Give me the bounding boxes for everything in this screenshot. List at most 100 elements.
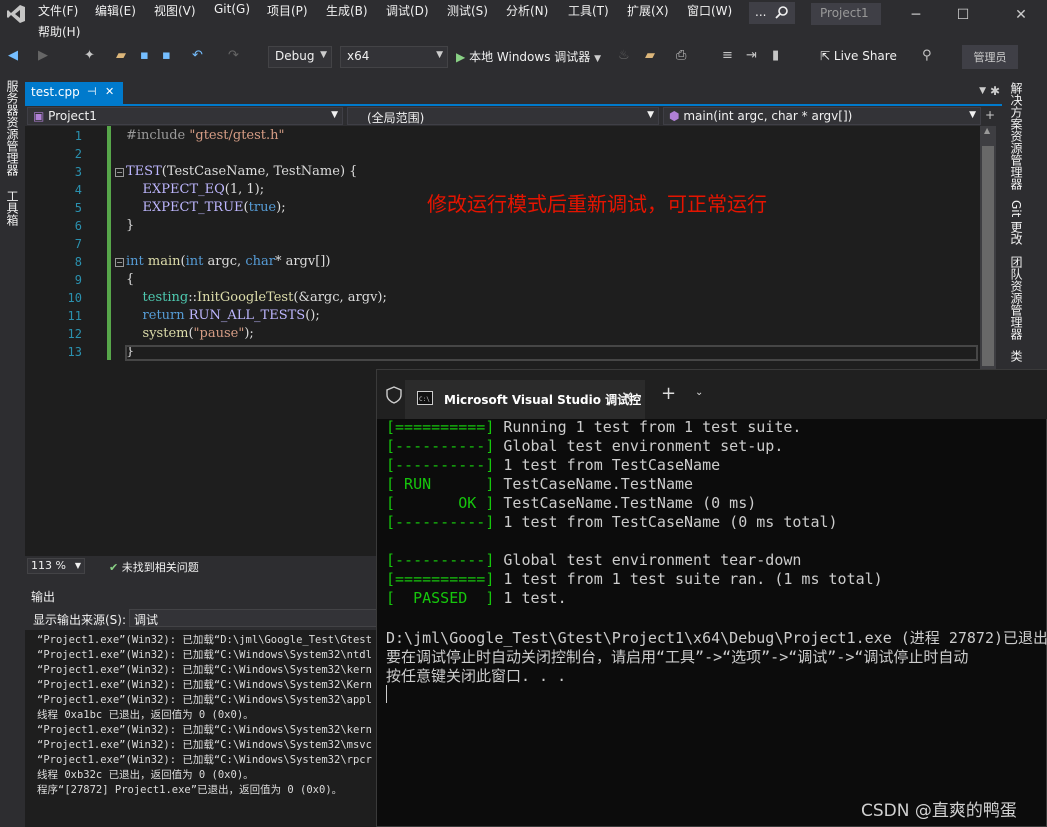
maximize-button[interactable]: ☐ bbox=[940, 0, 986, 30]
solution-explorer-tab[interactable]: 解决方案资源管理器 bbox=[1008, 82, 1025, 190]
console-line-text: 要在调试停止时自动关闭控制台，请启用“工具”->“选项”->“调试”->“调试停… bbox=[386, 648, 969, 666]
open-folder-icon[interactable]: ▰ bbox=[116, 48, 126, 63]
console-tab-bar: C:\ Microsoft Visual Studio 调试控 ✕ + ⌄ bbox=[377, 370, 1047, 419]
git-changes-tab[interactable]: Git 更改 bbox=[1008, 200, 1025, 245]
close-window-button[interactable]: ✕ bbox=[998, 0, 1044, 30]
console-line: 要在调试停止时自动关闭控制台，请启用“工具”->“选项”->“调试”->“调试停… bbox=[386, 646, 968, 667]
menu-item[interactable]: 调试(D) bbox=[386, 2, 429, 19]
bookmark-icon[interactable]: ▮ bbox=[772, 48, 779, 63]
fold-toggle-icon[interactable]: − bbox=[115, 258, 124, 267]
line-number: 9 bbox=[74, 273, 82, 287]
screenshot-icon[interactable]: ⎙ bbox=[676, 48, 686, 63]
new-tab-icon[interactable]: + bbox=[661, 383, 676, 404]
console-line-tag: [ PASSED ] bbox=[386, 589, 495, 607]
console-line-text: 1 test from TestCaseName bbox=[494, 456, 721, 474]
code-line[interactable]: EXPECT_EQ(1, 1); bbox=[126, 182, 265, 197]
menu-item[interactable]: 生成(B) bbox=[326, 2, 368, 19]
menu-item[interactable]: 帮助(H) bbox=[38, 23, 80, 40]
code-line[interactable]: } bbox=[126, 218, 134, 233]
visual-studio-window: 文件(F) 编辑(E) 视图(V) Git(G) 项目(P) 生成(B) 调试(D) 测试(S… bbox=[0, 0, 1047, 827]
tab-test-cpp[interactable]: test.cpp ⊣ ✕ bbox=[25, 82, 123, 104]
editor-status-bar: 113 % ▼ ✔ 未找到相关问题 bbox=[25, 556, 380, 576]
code-line[interactable]: #include "gtest/gtest.h" bbox=[126, 128, 285, 143]
class-view-tab[interactable]: 类 bbox=[1008, 350, 1025, 362]
back-icon[interactable]: ◀ bbox=[8, 48, 18, 63]
menu-item[interactable]: 分析(N) bbox=[506, 2, 548, 19]
console-line: [ OK ] TestCaseName.TestName (0 ms) bbox=[386, 494, 756, 512]
code-line[interactable]: system("pause"); bbox=[126, 326, 254, 341]
search-box[interactable]: ... bbox=[749, 2, 795, 24]
project-select[interactable]: ▣ Project1 ▼ bbox=[27, 107, 343, 125]
code-line[interactable]: TEST(TestCaseName, TestName) { bbox=[126, 164, 357, 179]
run-debugger-button[interactable]: ▶ 本地 Windows 调试器 ▼ bbox=[456, 48, 601, 65]
console-line-text: Global test environment tear-down bbox=[494, 551, 802, 569]
console-line-text: 1 test from 1 test suite ran. (1 ms tota… bbox=[494, 570, 883, 588]
navigation-bar: ▣ Project1 ▼ (全局范围) ▼ ⬢ main(int argc, c… bbox=[25, 106, 1002, 126]
menu-item[interactable]: 测试(S) bbox=[447, 2, 488, 19]
output-source-select[interactable]: 调试 bbox=[129, 609, 379, 627]
issues-indicator[interactable]: ✔ 未找到相关问题 bbox=[109, 559, 199, 575]
line-number: 6 bbox=[74, 219, 82, 233]
line-number: 11 bbox=[67, 309, 82, 323]
output-title: 输出 bbox=[31, 590, 56, 604]
zoom-select[interactable]: 113 % ▼ bbox=[27, 558, 85, 574]
scrollbar-up-icon[interactable]: ▲ bbox=[984, 126, 990, 135]
console-tab-title: Microsoft Visual Studio 调试控 bbox=[444, 393, 642, 407]
minimize-button[interactable]: ─ bbox=[893, 0, 939, 30]
close-tab-icon[interactable]: ✕ bbox=[105, 85, 114, 98]
tab-list-dropdown-icon[interactable]: ▼ bbox=[979, 86, 986, 96]
save-all-icon[interactable]: ▪ bbox=[162, 48, 171, 63]
member-select[interactable]: ⬢ main(int argc, char * argv[]) ▼ bbox=[663, 107, 981, 125]
close-icon[interactable]: ✕ bbox=[621, 388, 634, 406]
new-item-icon[interactable]: ✦ bbox=[84, 48, 95, 63]
live-share-label: Live Share bbox=[833, 49, 897, 63]
menu-item[interactable]: 项目(P) bbox=[267, 2, 308, 19]
config-select[interactable]: Debug ▼ bbox=[268, 46, 332, 68]
fire-icon[interactable]: ♨ bbox=[618, 48, 630, 63]
toolbox-tab[interactable]: 工具箱 bbox=[4, 190, 21, 226]
team-explorer-tab[interactable]: 团队资源管理器 bbox=[1008, 256, 1025, 340]
scrollbar-thumb[interactable] bbox=[982, 146, 994, 366]
menu-item[interactable]: 视图(V) bbox=[154, 2, 196, 19]
save-icon[interactable]: ▪ bbox=[140, 48, 149, 63]
menu-item[interactable]: 文件(F) bbox=[38, 2, 78, 19]
menu-item[interactable]: 窗口(W) bbox=[687, 2, 732, 19]
menu-item[interactable]: 编辑(E) bbox=[95, 2, 136, 19]
menu-item[interactable]: 扩展(X) bbox=[627, 2, 669, 19]
feedback-icon[interactable]: ⚲ bbox=[922, 48, 932, 63]
server-explorer-tab[interactable]: 服务器资源管理器 bbox=[4, 80, 21, 176]
live-share-button[interactable]: ⇱ Live Share bbox=[820, 49, 897, 63]
console-line-tag: [----------] bbox=[386, 456, 495, 474]
line-number: 4 bbox=[74, 183, 82, 197]
vs-logo-icon bbox=[6, 4, 26, 24]
menu-item[interactable]: Git(G) bbox=[214, 2, 250, 16]
code-line[interactable]: { bbox=[126, 272, 134, 287]
scope-value: (全局范围) bbox=[367, 111, 425, 125]
fold-toggle-icon[interactable]: − bbox=[115, 168, 124, 177]
split-icon[interactable]: + bbox=[985, 108, 995, 122]
redo-icon[interactable]: ↷ bbox=[228, 48, 239, 63]
scope-select[interactable]: (全局范围) ▼ bbox=[347, 107, 659, 125]
console-line: [----------] Global test environment set… bbox=[386, 437, 783, 455]
folder-icon[interactable]: ▰ bbox=[645, 48, 655, 63]
code-line[interactable]: testing::InitGoogleTest(&argc, argv); bbox=[126, 290, 387, 305]
platform-select[interactable]: x64 ▼ bbox=[340, 46, 448, 68]
toolbar: ◀ ▶ ✦ ▰ ▪ ▪ ↶ ↷ Debug ▼ x64 ▼ ▶ 本地 Windows… bbox=[0, 42, 1047, 72]
console-line-tag: [----------] bbox=[386, 437, 495, 455]
code-line[interactable]: return RUN_ALL_TESTS(); bbox=[126, 308, 320, 323]
code-line[interactable]: EXPECT_TRUE(true); bbox=[126, 200, 286, 215]
chevron-down-icon: ▼ bbox=[647, 110, 654, 120]
chevron-down-icon[interactable]: ⌄ bbox=[695, 387, 703, 398]
forward-icon[interactable]: ▶ bbox=[38, 48, 48, 63]
console-tab[interactable]: C:\ Microsoft Visual Studio 调试控 ✕ bbox=[405, 380, 645, 419]
pin-icon[interactable]: ⊣ bbox=[87, 85, 97, 98]
search-icon bbox=[775, 5, 789, 23]
project-icon: ▣ bbox=[33, 109, 45, 123]
console-line: [----------] 1 test from TestCaseName (0… bbox=[386, 513, 838, 531]
menu-item[interactable]: 工具(T) bbox=[568, 2, 609, 19]
format-icon[interactable]: ≡ bbox=[722, 48, 733, 63]
settings-icon[interactable]: ✱ bbox=[990, 84, 1000, 98]
indent-icon[interactable]: ⇥ bbox=[746, 48, 757, 63]
undo-icon[interactable]: ↶ bbox=[192, 48, 203, 63]
code-line[interactable]: int main(int argc, char* argv[]) bbox=[126, 254, 330, 269]
